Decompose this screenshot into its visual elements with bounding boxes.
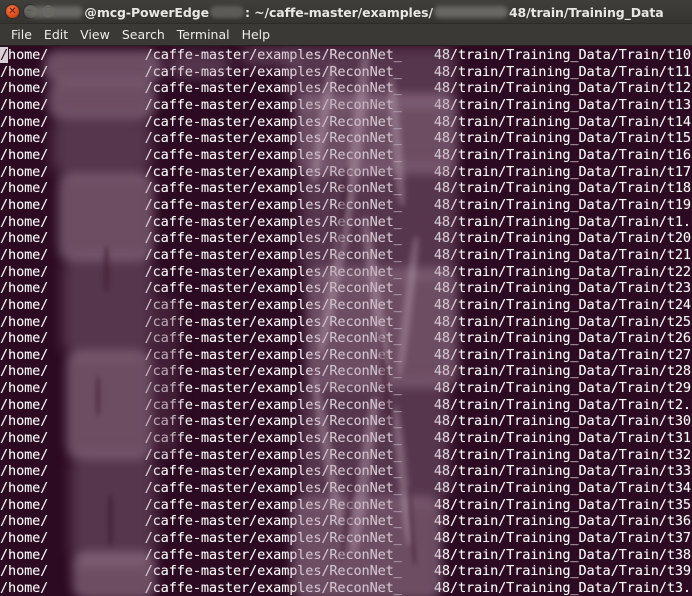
terminal-line: /home/ /caffe-master/examples/ReconNet_ …: [0, 480, 692, 497]
menu-edit[interactable]: Edit: [38, 26, 74, 44]
menu-search[interactable]: Search: [116, 26, 171, 44]
terminal-line-text: /home/ /caffe-master/examples/ReconNet_ …: [0, 463, 692, 480]
terminal-line-text: /home/ /caffe-master/examples/ReconNet_ …: [0, 580, 692, 596]
terminal-line-text: /home/ /caffe-master/examples/ReconNet_ …: [0, 146, 692, 163]
terminal-line-text: /home/ /caffe-master/examples/ReconNet_ …: [0, 546, 692, 563]
terminal-line: /home/ /caffe-master/examples/ReconNet_ …: [0, 130, 692, 147]
terminal-line: /home/ /caffe-master/examples/ReconNet_ …: [0, 64, 692, 81]
terminal-line-text: /home/ /caffe-master/examples/ReconNet_ …: [0, 380, 692, 397]
terminal-line-text: /home/ /caffe-master/examples/ReconNet_ …: [0, 113, 692, 130]
terminal-line-text: /home/ /caffe-master/examples/ReconNet_ …: [0, 246, 692, 263]
terminal-line-text: /home/ /caffe-master/examples/ReconNet_ …: [0, 346, 692, 363]
terminal-line: /home/ /caffe-master/examples/ReconNet_ …: [0, 230, 692, 247]
terminal-line-text: /home/ /caffe-master/examples/ReconNet_ …: [0, 130, 692, 147]
terminal-line: /home/ /caffe-master/examples/ReconNet_ …: [0, 330, 692, 347]
terminal-line: /home/ /caffe-master/examples/ReconNet_ …: [0, 214, 692, 231]
terminal-line: /home/ /caffe-master/examples/ReconNet_ …: [0, 547, 692, 564]
terminal-line: /home/ /caffe-master/examples/ReconNet_ …: [0, 247, 692, 264]
terminal-line: /home/ /caffe-master/examples/ReconNet_ …: [0, 380, 692, 397]
terminal-line: /home/ /caffe-master/examples/ReconNet_ …: [0, 580, 692, 596]
terminal-line: /home/ /caffe-master/examples/ReconNet_ …: [0, 397, 692, 414]
title-host: @mcg-PowerEdge: [84, 4, 209, 20]
terminal-output-area[interactable]: /home/ /caffe-master/examples/ReconNet_ …: [0, 46, 692, 596]
menu-view[interactable]: View: [74, 26, 116, 44]
terminal-line: /home/ /caffe-master/examples/ReconNet_ …: [0, 280, 692, 297]
terminal-line: /home/ /caffe-master/examples/ReconNet_ …: [0, 114, 692, 131]
terminal-line: /home/ /caffe-master/examples/ReconNet_ …: [0, 147, 692, 164]
terminal-line: /home/ /caffe-master/examples/ReconNet_ …: [0, 463, 692, 480]
menubar: File Edit View Search Terminal Help: [0, 24, 692, 46]
terminal-line-text: /home/ /caffe-master/examples/ReconNet_ …: [0, 63, 692, 80]
menu-help[interactable]: Help: [236, 26, 277, 44]
terminal-line: /home/ /caffe-master/examples/ReconNet_ …: [0, 447, 692, 464]
terminal-line-text: /home/ /caffe-master/examples/ReconNet_ …: [0, 196, 692, 213]
minimize-icon[interactable]: −: [23, 4, 38, 19]
maximize-icon[interactable]: □: [41, 4, 56, 19]
title-path-middle: : ~/caffe-master/examples/: [244, 4, 433, 20]
terminal-line-text: /home/ /caffe-master/examples/ReconNet_ …: [0, 80, 692, 97]
title-redaction-project: [433, 6, 508, 18]
terminal-line-text: /home/ /caffe-master/examples/ReconNet_ …: [0, 363, 692, 380]
terminal-line: /home/ /caffe-master/examples/ReconNet_ …: [0, 530, 692, 547]
title-redaction-hostnum: [209, 6, 244, 18]
terminal-line-text: /home/ /caffe-master/examples/ReconNet_ …: [0, 96, 692, 113]
terminal-line-text: /home/ /caffe-master/examples/ReconNet_ …: [0, 163, 692, 180]
terminal-line-text: /home/ /caffe-master/examples/ReconNet_ …: [0, 213, 692, 230]
terminal-line: /home/ /caffe-master/examples/ReconNet_ …: [0, 563, 692, 580]
terminal-line-text: /home/ /caffe-master/examples/ReconNet_ …: [0, 413, 692, 430]
terminal-line: /home/ /caffe-master/examples/ReconNet_ …: [0, 97, 692, 114]
terminal-cursor: /: [0, 47, 9, 63]
terminal-line-text: /home/ /caffe-master/examples/ReconNet_ …: [0, 230, 692, 247]
terminal-line: /home/ /caffe-master/examples/ReconNet_ …: [0, 314, 692, 331]
terminal-line-text: /home/ /caffe-master/examples/ReconNet_ …: [0, 330, 692, 347]
terminal-line-text: /home/ /caffe-master/examples/ReconNet_ …: [0, 280, 692, 297]
terminal-line-text: /home/ /caffe-master/examples/ReconNet_ …: [0, 530, 692, 547]
terminal-line-text: /home/ /caffe-master/examples/ReconNet_ …: [0, 180, 692, 197]
terminal-line-text: /home/ /caffe-master/examples/ReconNet_ …: [0, 446, 692, 463]
terminal-line: /home/ /caffe-master/examples/ReconNet_ …: [0, 363, 692, 380]
terminal-line: /home/ /caffe-master/examples/ReconNet_ …: [0, 264, 692, 281]
terminal-line-text: /home/ /caffe-master/examples/ReconNet_ …: [0, 396, 692, 413]
terminal-line: /home/ /caffe-master/examples/ReconNet_ …: [0, 430, 692, 447]
menu-terminal[interactable]: Terminal: [171, 26, 236, 44]
terminal-line: /home/ /caffe-master/examples/ReconNet_ …: [0, 164, 692, 181]
terminal-lines: /home/ /caffe-master/examples/ReconNet_ …: [0, 46, 692, 596]
terminal-line: /home/ /caffe-master/examples/ReconNet_ …: [0, 180, 692, 197]
terminal-line: /home/ /caffe-master/examples/ReconNet_ …: [0, 347, 692, 364]
terminal-line-text: /home/ /caffe-master/examples/ReconNet_ …: [0, 263, 692, 280]
terminal-line-text: /home/ /caffe-master/examples/ReconNet_ …: [0, 480, 692, 497]
terminal-line: /home/ /caffe-master/examples/ReconNet_ …: [0, 413, 692, 430]
terminal-line-text: /home/ /caffe-master/examples/ReconNet_ …: [0, 313, 692, 330]
close-icon[interactable]: ✕: [5, 4, 20, 19]
terminal-line-text: /home/ /caffe-master/examples/ReconNet_ …: [0, 430, 692, 447]
terminal-line-text: /home/ /caffe-master/examples/ReconNet_ …: [0, 496, 692, 513]
titlebar: ✕ − □ @mcg-PowerEdge : ~/caffe-master/ex…: [0, 0, 692, 24]
window-title: @mcg-PowerEdge : ~/caffe-master/examples…: [0, 0, 692, 24]
title-path-tail: 48/train/Training_Data: [508, 4, 664, 20]
menu-file[interactable]: File: [5, 26, 38, 44]
terminal-line: /home/ /caffe-master/examples/ReconNet_ …: [0, 47, 692, 64]
window-controls: ✕ − □: [0, 4, 56, 19]
terminal-line-text: /home/ /caffe-master/examples/ReconNet_ …: [0, 563, 692, 580]
terminal-line: /home/ /caffe-master/examples/ReconNet_ …: [0, 513, 692, 530]
terminal-line-text: home/ /caffe-master/examples/ReconNet_ 4…: [8, 47, 692, 63]
terminal-line: /home/ /caffe-master/examples/ReconNet_ …: [0, 497, 692, 514]
terminal-line: /home/ /caffe-master/examples/ReconNet_ …: [0, 197, 692, 214]
terminal-line-text: /home/ /caffe-master/examples/ReconNet_ …: [0, 513, 692, 530]
terminal-line-text: /home/ /caffe-master/examples/ReconNet_ …: [0, 296, 692, 313]
terminal-line: /home/ /caffe-master/examples/ReconNet_ …: [0, 80, 692, 97]
terminal-line: /home/ /caffe-master/examples/ReconNet_ …: [0, 297, 692, 314]
terminal-window: ✕ − □ @mcg-PowerEdge : ~/caffe-master/ex…: [0, 0, 692, 596]
